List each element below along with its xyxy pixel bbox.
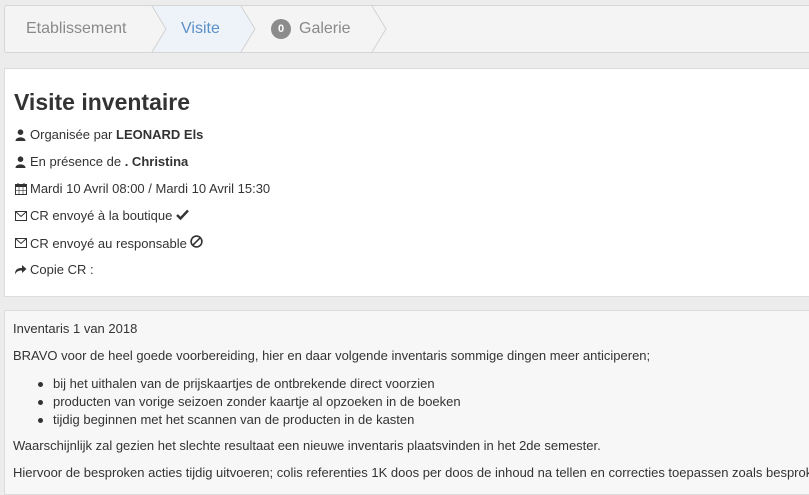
breadcrumb-tabs: Etablissement Visite 0 Galerie — [4, 5, 809, 53]
check-icon — [176, 208, 189, 223]
list-item: producten van vorige seizoen zonder kaar… — [35, 393, 461, 411]
calendar-icon — [14, 182, 27, 195]
list-item: bij het uithalen van de prijskaartjes de… — [35, 375, 461, 393]
organizer-row: Organisée par LEONARD Els — [14, 127, 203, 142]
ban-icon — [190, 235, 204, 251]
report-heading: Inventaris 1 van 2018 — [13, 321, 138, 336]
dates-row: Mardi 10 Avril 08:00 / Mardi 10 Avril 15… — [14, 181, 270, 196]
presence-prefix: En présence de — [30, 154, 122, 169]
list-item: tijdig beginnen met het scannen van de p… — [35, 411, 461, 429]
organized-prefix: Organisée par — [30, 127, 113, 142]
galerie-count-badge: 0 — [271, 19, 291, 39]
visit-info-panel: Visite inventaire Organisée par LEONARD … — [4, 68, 809, 297]
report-paragraph-3: Hiervoor de besproken acties tijdig uitv… — [13, 465, 809, 480]
report-paragraph-2: Waarschijnlijk zal gezien het slechte re… — [13, 438, 601, 453]
report-list: bij het uithalen van de prijskaartjes de… — [35, 375, 461, 429]
visit-dates: Mardi 10 Avril 08:00 / Mardi 10 Avril 15… — [30, 181, 271, 196]
organizer-name: LEONARD Els — [116, 127, 204, 142]
attendee-name: . Christina — [124, 154, 189, 169]
report-intro: BRAVO voor de heel goede voorbereiding, … — [13, 348, 651, 363]
copy-cr-row: Copie CR : — [14, 262, 94, 277]
envelope-icon — [14, 237, 27, 250]
tab-etablissement-label: Etablissement — [26, 20, 127, 37]
user-icon — [14, 128, 27, 141]
report-panel: Inventaris 1 van 2018 BRAVO voor de heel… — [4, 310, 809, 495]
presence-row: En présence de . Christina — [14, 154, 188, 169]
page-title: Visite inventaire — [14, 89, 190, 115]
cr-manager-label: CR envoyé au responsable — [30, 235, 187, 251]
tab-galerie-label: Galerie — [299, 20, 351, 38]
copy-cr-label: Copie CR : — [30, 262, 94, 277]
share-icon — [14, 263, 27, 276]
cr-shop-label: CR envoyé à la boutique — [30, 208, 173, 223]
cr-shop-row: CR envoyé à la boutique — [14, 208, 189, 223]
envelope-icon — [14, 209, 27, 222]
cr-manager-row: CR envoyé au responsable — [14, 235, 204, 251]
tab-visite-label: Visite — [181, 20, 220, 37]
user-icon — [14, 155, 27, 168]
